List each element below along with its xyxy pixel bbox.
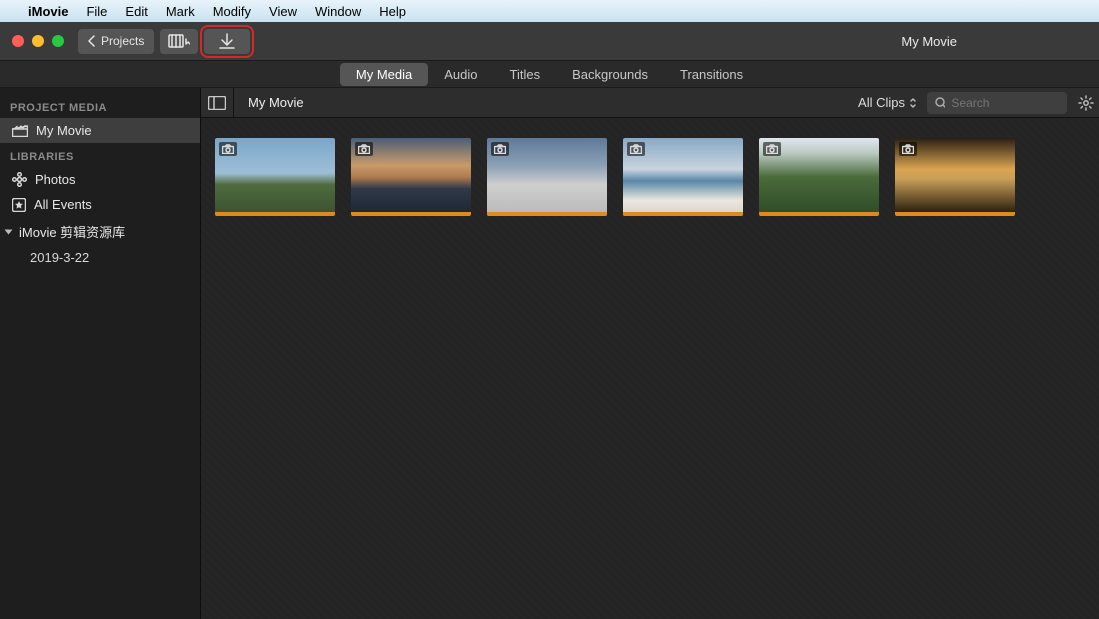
- sidebar-item-all-events[interactable]: All Events: [0, 192, 200, 217]
- clip-used-indicator: [487, 212, 607, 216]
- close-window-button[interactable]: [12, 35, 24, 47]
- photo-badge: [219, 142, 237, 156]
- clip-thumbnail[interactable]: [623, 138, 743, 216]
- tab-transitions[interactable]: Transitions: [664, 63, 759, 86]
- breadcrumb[interactable]: My Movie: [233, 88, 318, 117]
- camera-icon: [358, 144, 370, 154]
- menu-modify[interactable]: Modify: [213, 4, 251, 19]
- filmstrip-icon: [168, 34, 190, 48]
- clapperboard-icon: [12, 125, 28, 137]
- photo-badge: [763, 142, 781, 156]
- camera-icon: [630, 144, 642, 154]
- browser-header: My Movie All Clips: [201, 88, 1099, 118]
- sidebar-item-event[interactable]: 2019-3-22: [0, 246, 200, 269]
- library-list-toggle-button[interactable]: [160, 29, 198, 54]
- import-arrow-down-icon: [218, 33, 236, 49]
- disclosure-triangle-icon[interactable]: [5, 229, 13, 234]
- projects-label: Projects: [101, 34, 144, 48]
- fullscreen-window-button[interactable]: [52, 35, 64, 47]
- window-title: My Movie: [901, 34, 1087, 49]
- photo-badge: [899, 142, 917, 156]
- clip-thumbnail[interactable]: [759, 138, 879, 216]
- tab-backgrounds[interactable]: Backgrounds: [556, 63, 664, 86]
- gear-icon: [1078, 95, 1094, 111]
- media-tabs: My Media Audio Titles Backgrounds Transi…: [0, 60, 1099, 88]
- camera-icon: [222, 144, 234, 154]
- app-menu[interactable]: iMovie: [28, 4, 68, 19]
- filter-label: All Clips: [858, 95, 905, 110]
- photo-badge: [355, 142, 373, 156]
- chevron-left-icon: [88, 35, 96, 47]
- main-area: PROJECT MEDIA My Movie LIBRARIES Photos …: [0, 88, 1099, 619]
- tab-my-media[interactable]: My Media: [340, 63, 428, 86]
- search-icon: [935, 97, 945, 109]
- clip-thumbnail[interactable]: [215, 138, 335, 216]
- back-to-projects-button[interactable]: Projects: [78, 29, 154, 54]
- sidebar-item-label: My Movie: [36, 123, 92, 138]
- camera-icon: [902, 144, 914, 154]
- menu-window[interactable]: Window: [315, 4, 361, 19]
- photo-badge: [627, 142, 645, 156]
- tab-audio[interactable]: Audio: [428, 63, 493, 86]
- clip-used-indicator: [215, 212, 335, 216]
- menu-edit[interactable]: Edit: [125, 4, 147, 19]
- menu-view[interactable]: View: [269, 4, 297, 19]
- sidebar-section-libraries: LIBRARIES: [0, 143, 200, 167]
- sidebar-item-photos[interactable]: Photos: [0, 167, 200, 192]
- minimize-window-button[interactable]: [32, 35, 44, 47]
- clips-grid: [201, 118, 1099, 619]
- clip-used-indicator: [895, 212, 1015, 216]
- menu-help[interactable]: Help: [379, 4, 406, 19]
- menu-mark[interactable]: Mark: [166, 4, 195, 19]
- menu-file[interactable]: File: [86, 4, 107, 19]
- sidebar-section-project-media: PROJECT MEDIA: [0, 94, 200, 118]
- photo-badge: [491, 142, 509, 156]
- sidebar-item-label: iMovie 剪辑资源库: [19, 222, 125, 241]
- clip-thumbnail[interactable]: [487, 138, 607, 216]
- search-field[interactable]: [927, 92, 1067, 114]
- sidebar-item-project-media[interactable]: My Movie: [0, 118, 200, 143]
- sidebar-toggle-button[interactable]: [201, 96, 233, 110]
- macos-menubar: iMovie File Edit Mark Modify View Window…: [0, 0, 1099, 22]
- sidebar-item-library[interactable]: iMovie 剪辑资源库: [0, 217, 200, 246]
- sidebar-item-label: Photos: [35, 172, 75, 187]
- clip-thumbnail[interactable]: [895, 138, 1015, 216]
- clip-used-indicator: [759, 212, 879, 216]
- sidebar-panel-icon: [208, 96, 226, 110]
- import-media-button[interactable]: [204, 29, 250, 54]
- star-icon: [12, 198, 26, 212]
- traffic-lights: [12, 35, 64, 47]
- content-area: My Movie All Clips: [201, 88, 1099, 619]
- clip-used-indicator: [623, 212, 743, 216]
- search-input[interactable]: [951, 96, 1059, 110]
- browser-settings-button[interactable]: [1073, 95, 1099, 111]
- clip-filter-dropdown[interactable]: All Clips: [848, 95, 927, 110]
- window-toolbar: Projects My Movie: [0, 22, 1099, 60]
- photos-flower-icon: [12, 172, 27, 187]
- sidebar: PROJECT MEDIA My Movie LIBRARIES Photos …: [0, 88, 201, 619]
- tab-titles[interactable]: Titles: [494, 63, 557, 86]
- sidebar-item-label: All Events: [34, 197, 92, 212]
- clip-used-indicator: [351, 212, 471, 216]
- updown-chevron-icon: [909, 97, 917, 109]
- camera-icon: [766, 144, 778, 154]
- camera-icon: [494, 144, 506, 154]
- clip-thumbnail[interactable]: [351, 138, 471, 216]
